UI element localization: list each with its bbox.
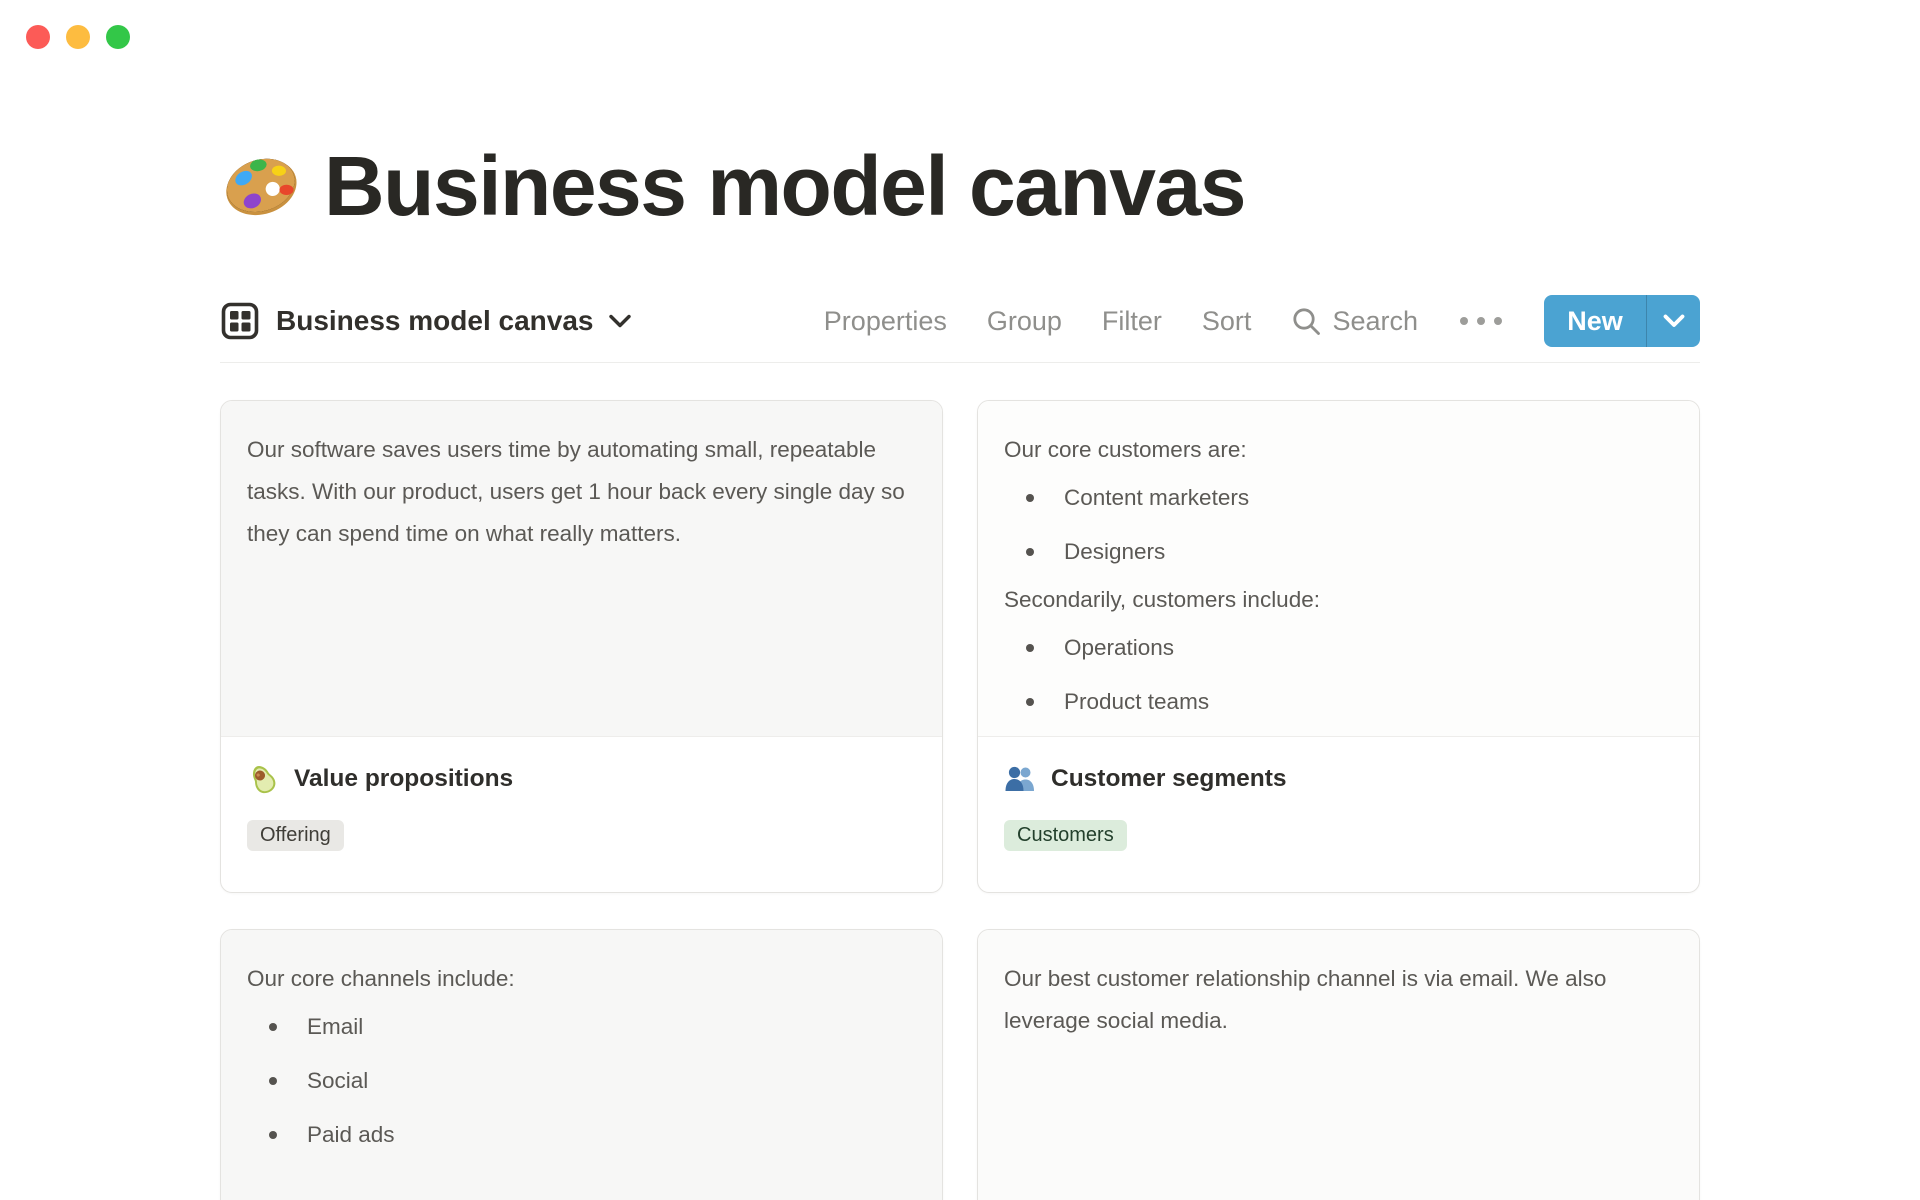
preview-paragraph: Our best customer relationship channel i… bbox=[1004, 966, 1607, 1034]
preview-paragraph: Our software saves users time by automat… bbox=[247, 437, 905, 547]
sort-button[interactable]: Sort bbox=[1202, 306, 1252, 337]
properties-button[interactable]: Properties bbox=[824, 306, 947, 337]
preview-list-item: Content marketers bbox=[1004, 471, 1673, 525]
minimize-window-button[interactable] bbox=[66, 25, 90, 49]
gallery-card-customer-segments[interactable]: Our core customers are: Content marketers… bbox=[977, 400, 1700, 894]
bullet-dot bbox=[1026, 698, 1034, 707]
view-name: Business model canvas bbox=[276, 305, 594, 337]
card-title: Value propositions bbox=[294, 765, 514, 793]
preview-paragraph: Secondarily, customers include: bbox=[1004, 587, 1320, 613]
toolbar-divider bbox=[220, 362, 1700, 364]
bullet-dot bbox=[269, 1077, 277, 1086]
preview-list-item: Product teams bbox=[1004, 675, 1673, 729]
bullet-dot bbox=[1026, 644, 1034, 653]
tag-customers: Customers bbox=[1004, 820, 1127, 852]
card-title: Customer segments bbox=[1051, 765, 1287, 793]
bullet-dot bbox=[269, 1023, 277, 1032]
gallery-card-value-propositions[interactable]: Our software saves users time by automat… bbox=[220, 400, 943, 894]
preview-paragraph: Our core customers are: bbox=[1004, 437, 1247, 463]
preview-list-item: Social bbox=[247, 1054, 916, 1108]
preview-list-item: Paid ads bbox=[247, 1108, 916, 1162]
app-window: Business model canvas Business model can… bbox=[0, 0, 1920, 1200]
people-emoji-icon bbox=[1005, 767, 1034, 792]
view-toolbar: Properties Group Filter Sort Search New bbox=[824, 295, 1700, 348]
search-button[interactable]: Search bbox=[1291, 306, 1418, 337]
gallery-grid-icon bbox=[221, 303, 259, 340]
view-bar: Business model canvas Properties Group F… bbox=[220, 288, 1700, 354]
gallery-card-channels[interactable]: Our core channels include: Email Social Pai… bbox=[220, 929, 943, 1200]
new-button-group: New bbox=[1544, 295, 1700, 348]
card-preview: Our software saves users time by automat… bbox=[221, 401, 942, 738]
tag-offering: Offering bbox=[247, 820, 344, 852]
palette-emoji-icon bbox=[226, 158, 297, 216]
card-preview: Our best customer relationship channel i… bbox=[978, 930, 1699, 1200]
group-button[interactable]: Group bbox=[987, 306, 1062, 337]
bullet-dot bbox=[269, 1131, 277, 1140]
new-dropdown-button[interactable] bbox=[1647, 295, 1700, 347]
bullet-dot bbox=[1026, 494, 1034, 503]
chevron-down-icon bbox=[609, 315, 632, 328]
card-preview: Our core channels include: Email Social Pai… bbox=[221, 930, 942, 1200]
card-preview: Our core customers are: Content marketers… bbox=[978, 401, 1699, 738]
gallery-grid: Our software saves users time by automat… bbox=[220, 400, 1700, 1200]
page-header: Business model canvas bbox=[220, 140, 1700, 232]
more-options-button[interactable] bbox=[1458, 311, 1504, 331]
chevron-down-icon bbox=[1663, 314, 1684, 328]
filter-button[interactable]: Filter bbox=[1102, 306, 1162, 337]
new-button[interactable]: New bbox=[1544, 295, 1646, 347]
card-footer: Value propositions Offering bbox=[221, 737, 942, 875]
avocado-emoji-icon bbox=[252, 766, 276, 794]
ellipsis-icon bbox=[1460, 317, 1468, 326]
preview-paragraph: Our core channels include: bbox=[247, 966, 515, 992]
search-label: Search bbox=[1332, 305, 1418, 336]
view-selector[interactable]: Business model canvas bbox=[220, 301, 632, 341]
zoom-window-button[interactable] bbox=[106, 25, 130, 49]
preview-list-item: Email bbox=[247, 1000, 916, 1054]
card-footer: Customer segments Customers bbox=[978, 737, 1699, 875]
search-icon bbox=[1293, 308, 1321, 335]
preview-list-item: Designers bbox=[1004, 525, 1673, 579]
bullet-dot bbox=[1026, 548, 1034, 557]
gallery-card-customer-relationships[interactable]: Our best customer relationship channel i… bbox=[977, 929, 1700, 1200]
close-window-button[interactable] bbox=[26, 25, 50, 49]
preview-list-item: Operations bbox=[1004, 621, 1673, 675]
window-controls bbox=[26, 25, 130, 49]
page-title: Business model canvas bbox=[324, 139, 1246, 233]
